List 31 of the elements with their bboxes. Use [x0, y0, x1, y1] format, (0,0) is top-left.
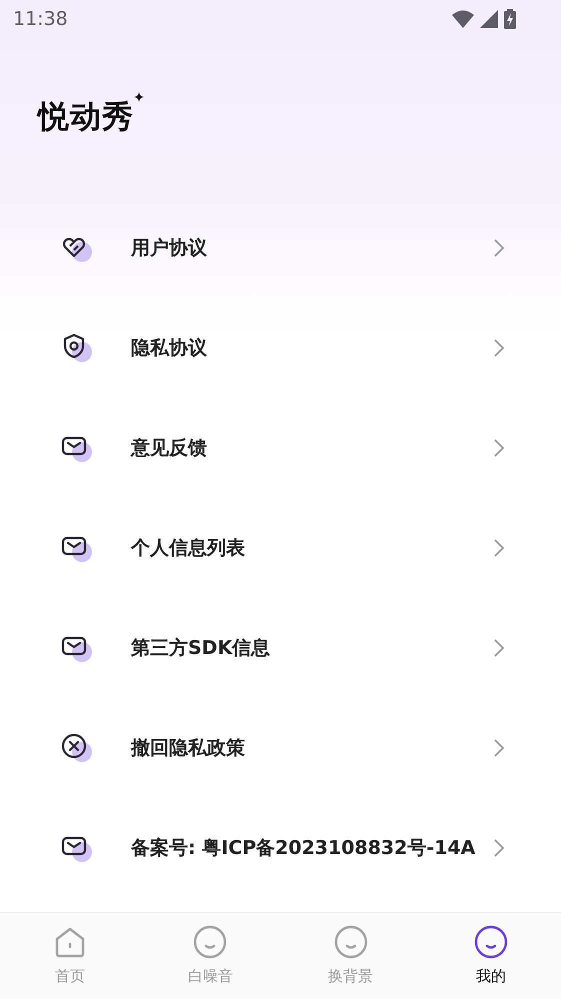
menu-item[interactable]: 第三方SDK信息 [0, 598, 561, 698]
chevron-right-icon [493, 538, 505, 558]
menu-label: 意见反馈 [131, 436, 208, 461]
menu-item[interactable]: 撤回隐私政策 [0, 698, 561, 798]
chevron-right-icon [493, 738, 505, 758]
battery-icon [504, 9, 516, 29]
smiley-icon [193, 925, 228, 959]
menu-item[interactable]: 个人信息列表 [0, 498, 561, 598]
app-logo: 悦动秀 [38, 98, 134, 137]
nav-tab[interactable]: 我的 [420, 913, 561, 999]
sparkle-icon [134, 92, 144, 102]
chevron-right-icon [493, 238, 505, 258]
smiley-icon [474, 925, 508, 959]
menu-label: 个人信息列表 [131, 536, 246, 561]
chevron-right-icon [493, 438, 505, 458]
menu-item[interactable]: 用户协议 [0, 198, 561, 298]
menu-item[interactable]: 备案号: 粤ICP备2023108832号-14A [0, 798, 561, 898]
menu-item[interactable]: 隐私协议 [0, 298, 561, 398]
menu-item[interactable]: 意见反馈 [0, 398, 561, 498]
signal-icon [480, 10, 498, 28]
chevron-right-icon [493, 638, 505, 658]
menu-label: 备案号: 粤ICP备2023108832号-14A [131, 836, 476, 861]
smiley-icon [334, 925, 368, 959]
menu-label: 用户协议 [131, 236, 208, 261]
wifi-icon [452, 10, 474, 28]
menu-label: 撤回隐私政策 [131, 736, 246, 761]
chevron-right-icon [493, 338, 505, 358]
menu-label: 隐私协议 [131, 336, 208, 361]
menu-label: 第三方SDK信息 [131, 636, 272, 661]
clock: 11:38 [13, 6, 68, 32]
chevron-right-icon [493, 838, 505, 858]
